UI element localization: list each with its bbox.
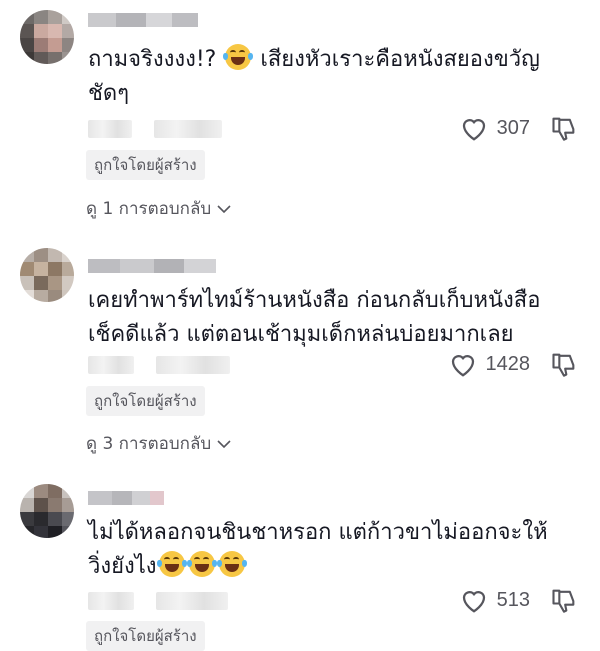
like-button[interactable]: 1428 bbox=[448, 350, 531, 378]
comment-meta bbox=[88, 356, 252, 374]
dislike-button[interactable] bbox=[550, 350, 578, 382]
face-with-tears-of-joy-icon bbox=[156, 551, 187, 577]
liked-by-creator-badge: ถูกใจโดยผู้สร้าง bbox=[86, 386, 205, 416]
view-replies-button[interactable]: ดู 1 การตอบกลับ bbox=[86, 195, 231, 222]
thumbs-down-icon bbox=[552, 353, 575, 377]
like-button[interactable]: 513 bbox=[459, 586, 530, 614]
chevron-down-icon bbox=[217, 439, 231, 448]
like-button[interactable]: 307 bbox=[459, 114, 530, 142]
heart-outline-icon bbox=[462, 591, 485, 613]
comment-text: เคยทำพาร์ทไทม์ร้านหนังสือ ก่อนกลับเก็บหน… bbox=[88, 288, 541, 347]
username[interactable] bbox=[88, 12, 198, 27]
dislike-button[interactable] bbox=[550, 586, 578, 618]
liked-by-creator-badge: ถูกใจโดยผู้สร้าง bbox=[86, 621, 205, 651]
view-replies-label: ดู 1 การตอบกลับ bbox=[86, 199, 212, 219]
like-count: 307 bbox=[496, 116, 530, 139]
heart-outline-icon bbox=[462, 119, 485, 141]
username[interactable] bbox=[88, 490, 164, 505]
view-replies-label: ดู 3 การตอบกลับ bbox=[86, 434, 212, 454]
like-count: 1428 bbox=[485, 352, 531, 375]
view-replies-button[interactable]: ดู 3 การตอบกลับ bbox=[86, 430, 231, 457]
face-with-tears-of-joy-icon bbox=[216, 551, 247, 577]
thumbs-down-icon bbox=[552, 117, 575, 141]
comment-text: ถามจริงงงง!? เสียงหัวเราะคือหนังสยองขวัญ… bbox=[88, 43, 568, 111]
username[interactable] bbox=[88, 258, 216, 273]
avatar[interactable] bbox=[20, 484, 74, 538]
chevron-down-icon bbox=[217, 204, 231, 213]
face-with-tears-of-joy-icon bbox=[223, 44, 254, 70]
avatar[interactable] bbox=[20, 248, 74, 302]
comment-text: ไม่ได้หลอกจนชินชาหรอก แต่ก้าวขาไม่ออกจะใ… bbox=[88, 520, 548, 579]
face-with-tears-of-joy-icon bbox=[186, 551, 217, 577]
liked-by-creator-badge: ถูกใจโดยผู้สร้าง bbox=[86, 150, 205, 180]
dislike-button[interactable] bbox=[550, 114, 578, 146]
comment-meta bbox=[88, 592, 250, 610]
avatar[interactable] bbox=[20, 10, 74, 64]
heart-outline-icon bbox=[451, 355, 474, 377]
comment-meta bbox=[88, 120, 244, 138]
thumbs-down-icon bbox=[552, 589, 575, 613]
like-count: 513 bbox=[496, 588, 530, 611]
